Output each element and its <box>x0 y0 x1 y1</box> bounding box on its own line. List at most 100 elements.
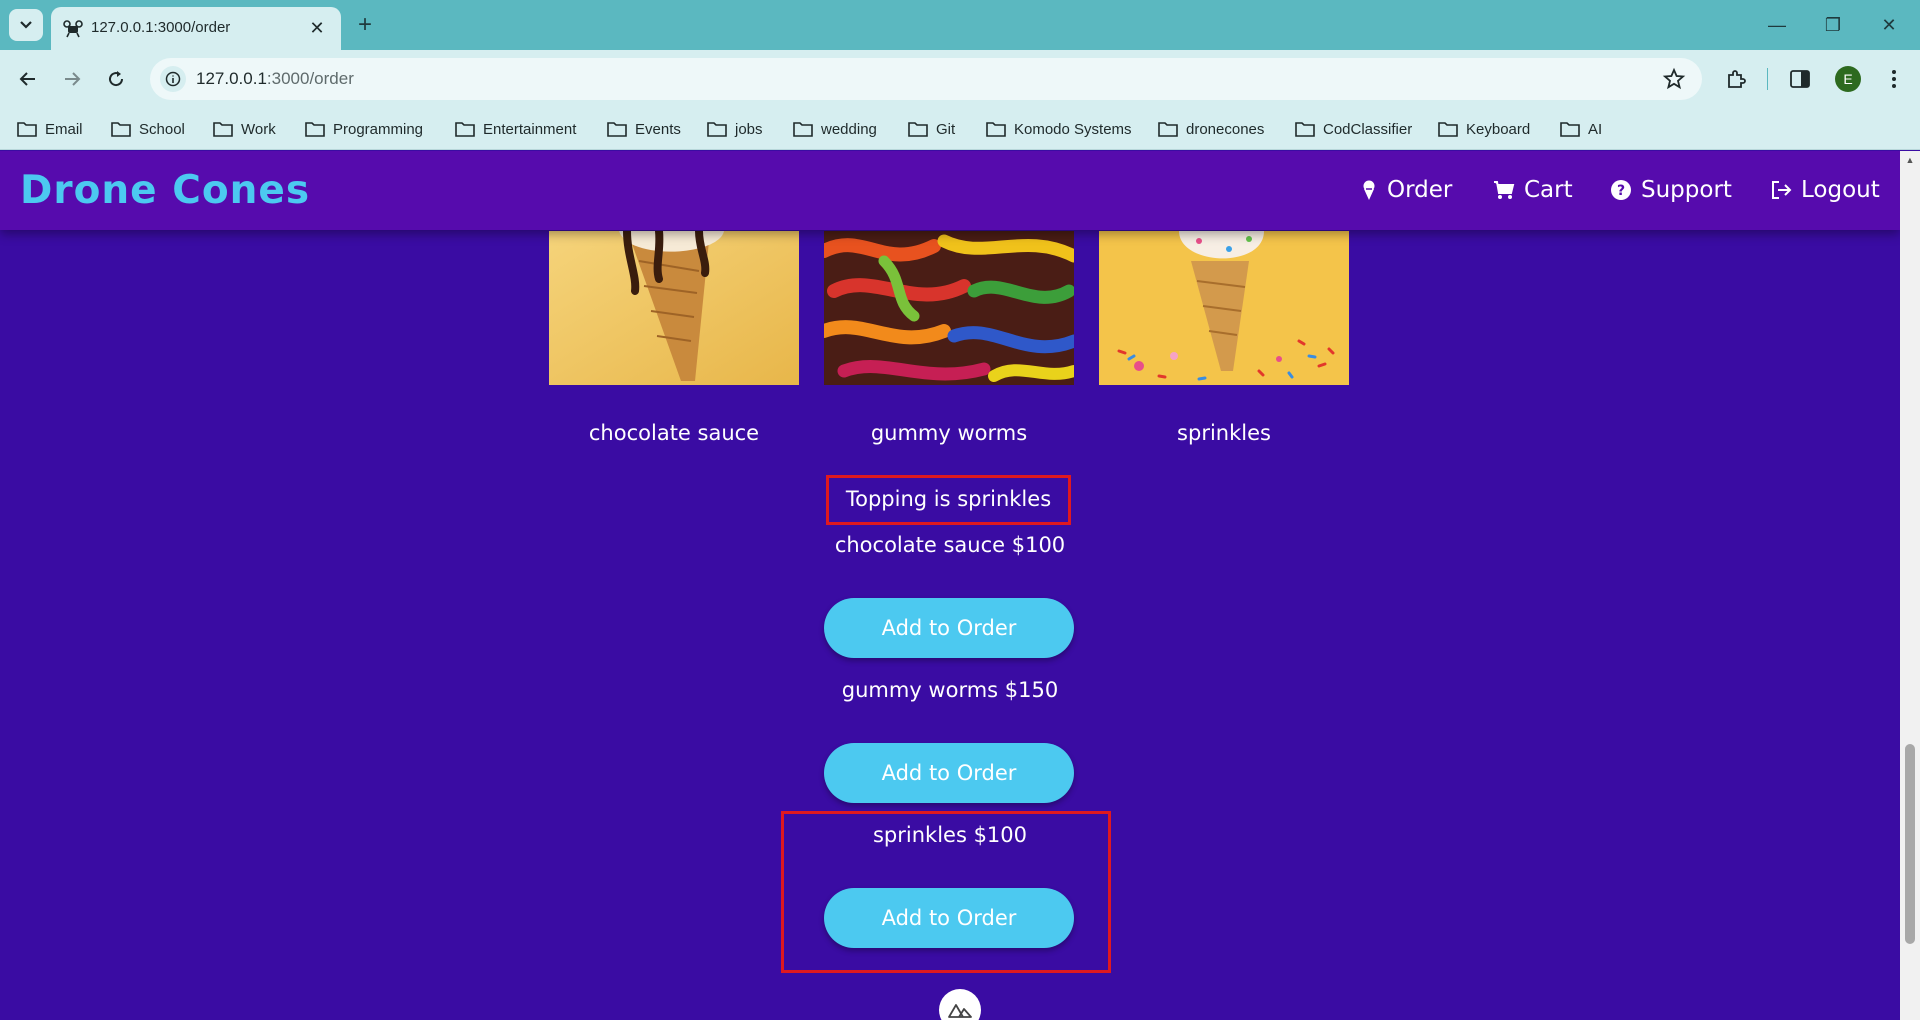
site-info-icon[interactable] <box>160 66 186 92</box>
reload-button[interactable] <box>100 63 132 95</box>
folder-icon <box>707 122 727 137</box>
selected-topping-message: Topping is sprinkles <box>845 487 1052 511</box>
scroll-up-icon[interactable]: ▲ <box>1905 155 1915 165</box>
bookmark-email[interactable]: Email <box>17 116 83 142</box>
price-chocolate-sauce: chocolate sauce $100 <box>834 533 1066 557</box>
bookmark-label: Programming <box>333 120 424 138</box>
nuxt-devtools-icon[interactable] <box>939 989 981 1020</box>
bookmark-label: Keyboard <box>1466 120 1531 138</box>
gummy-worms-image[interactable] <box>824 231 1074 385</box>
svg-text:?: ? <box>1617 183 1625 199</box>
reload-icon <box>109 71 124 87</box>
nav-logout-link[interactable]: Logout <box>1770 177 1880 203</box>
url-text[interactable]: 127.0.0.1:3000/order <box>196 69 354 89</box>
bookmark-label: wedding <box>821 120 877 138</box>
folder-icon <box>1560 122 1580 137</box>
nav-cart-link[interactable]: Cart <box>1493 177 1573 203</box>
folder-icon <box>17 122 37 137</box>
scrollbar-thumb[interactable] <box>1905 744 1915 944</box>
cart-icon <box>1494 181 1515 199</box>
browser-menu-icon[interactable] <box>1880 65 1908 93</box>
folder-icon <box>908 122 928 137</box>
tab-search-button[interactable] <box>9 9 43 41</box>
folder-icon <box>455 122 475 137</box>
active-tab[interactable]: 127.0.0.1:3000/order ✕ <box>51 7 341 50</box>
address-bar[interactable]: 127.0.0.1:3000/order <box>150 58 1702 100</box>
browser-tab-strip: 127.0.0.1:3000/order ✕ + — ❐ ✕ <box>0 0 1920 50</box>
topping-name-gummy-worms[interactable]: gummy worms <box>824 421 1074 445</box>
bookmark-entertainment[interactable]: Entertainment <box>455 116 576 142</box>
site-navbar: Drone Cones Order Cart ? Support Logout <box>0 151 1900 230</box>
bookmark-events[interactable]: Events <box>607 116 681 142</box>
folder-icon <box>305 122 325 137</box>
order-page: Drone Cones Order Cart ? Support Logout <box>0 151 1900 1020</box>
bookmark-programming[interactable]: Programming <box>305 116 423 142</box>
brand-logo[interactable]: Drone Cones <box>20 168 310 213</box>
bookmarks-bar: Email School Work Programming Entertainm… <box>0 108 1920 150</box>
add-gummy-worms-button[interactable]: Add to Order <box>824 743 1074 803</box>
bookmark-label: CodClassifier <box>1323 120 1413 138</box>
ice-cream-icon <box>1363 180 1375 200</box>
bookmark-keyboard[interactable]: Keyboard <box>1438 116 1530 142</box>
bookmark-label: Email <box>45 120 83 138</box>
arrow-right-icon <box>65 72 81 86</box>
nav-order-link[interactable]: Order <box>1360 177 1452 203</box>
nav-order-label: Order <box>1387 177 1453 203</box>
restore-icon[interactable]: ❐ <box>1818 12 1848 38</box>
bookmark-label: Entertainment <box>483 120 577 138</box>
profile-avatar[interactable]: E <box>1835 66 1861 92</box>
folder-icon <box>607 122 627 137</box>
extensions-icon[interactable] <box>1722 65 1750 93</box>
minimize-icon[interactable]: — <box>1762 12 1792 38</box>
url-path: :3000/order <box>266 69 354 88</box>
bookmark-school[interactable]: School <box>111 116 185 142</box>
bookmark-jobs[interactable]: jobs <box>707 116 763 142</box>
logout-icon <box>1772 181 1792 199</box>
bookmark-git[interactable]: Git <box>908 116 955 142</box>
bookmark-codclassifier[interactable]: CodClassifier <box>1295 116 1412 142</box>
bookmark-wedding[interactable]: wedding <box>793 116 877 142</box>
bookmark-label: Events <box>635 120 681 138</box>
bookmark-label: AI <box>1588 120 1603 138</box>
question-circle-icon: ? <box>1611 180 1631 200</box>
back-button[interactable] <box>12 63 44 95</box>
side-panel-icon[interactable] <box>1786 65 1814 93</box>
bookmark-label: Work <box>241 120 276 138</box>
price-gummy-worms: gummy worms $150 <box>841 678 1059 702</box>
chocolate-sauce-cone-image[interactable] <box>549 231 799 385</box>
topping-name-sprinkles[interactable]: sprinkles <box>1099 421 1349 445</box>
bookmark-star-icon[interactable] <box>1662 67 1686 91</box>
url-host: 127.0.0.1 <box>196 69 267 88</box>
bookmark-label: School <box>139 120 185 138</box>
add-chocolate-sauce-button[interactable]: Add to Order <box>824 598 1074 658</box>
toolbar-divider <box>1767 68 1768 90</box>
bookmark-ai[interactable]: AI <box>1560 116 1602 142</box>
nav-support-label: Support <box>1641 177 1732 203</box>
forward-button[interactable] <box>56 63 88 95</box>
bookmark-work[interactable]: Work <box>213 116 276 142</box>
nav-cart-label: Cart <box>1524 177 1573 203</box>
bookmark-label: Komodo Systems <box>1014 120 1132 138</box>
bookmark-label: jobs <box>735 120 763 138</box>
tab-title: 127.0.0.1:3000/order <box>91 19 231 36</box>
topping-name-chocolate-sauce[interactable]: chocolate sauce <box>549 421 799 445</box>
folder-icon <box>111 122 131 137</box>
close-tab-icon[interactable]: ✕ <box>305 16 329 40</box>
folder-icon <box>213 122 233 137</box>
bookmark-label: Git <box>936 120 956 138</box>
nav-support-link[interactable]: ? Support <box>1610 177 1732 203</box>
sprinkles-cone-image[interactable] <box>1099 231 1349 385</box>
new-tab-button[interactable]: + <box>352 12 378 38</box>
nav-logout-label: Logout <box>1801 177 1880 203</box>
bookmark-komodo-systems[interactable]: Komodo Systems <box>986 116 1132 142</box>
bookmark-dronecones[interactable]: dronecones <box>1158 116 1264 142</box>
close-window-icon[interactable]: ✕ <box>1874 12 1904 38</box>
folder-icon <box>1295 122 1315 137</box>
add-sprinkles-button[interactable]: Add to Order <box>824 888 1074 948</box>
browser-toolbar: 127.0.0.1:3000/order E <box>0 50 1920 108</box>
chevron-down-icon <box>20 21 32 29</box>
folder-icon <box>1438 122 1458 137</box>
bookmark-label: dronecones <box>1186 120 1265 138</box>
folder-icon <box>793 122 813 137</box>
page-scrollbar[interactable]: ▲ <box>1900 151 1920 1020</box>
